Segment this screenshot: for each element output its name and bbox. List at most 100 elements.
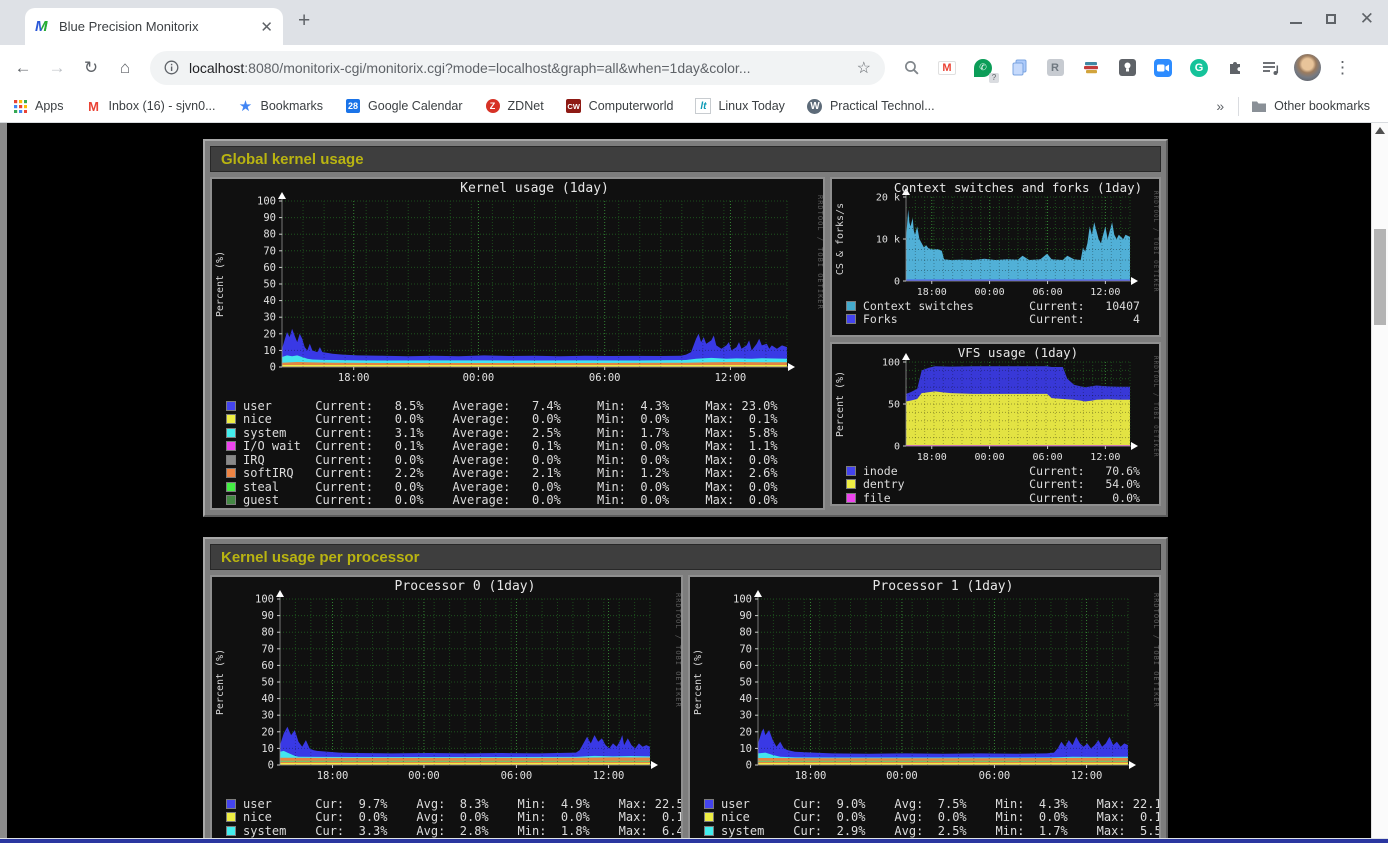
tab-title: Blue Precision Monitorix xyxy=(59,19,254,34)
reload-icon[interactable]: ↻ xyxy=(76,58,106,78)
copy-pages-extension-icon[interactable] xyxy=(1006,55,1032,81)
legend-text: softIRQ Current: 2.2% Average: 2.1% Min:… xyxy=(243,466,778,480)
legend-text: inode Current: 70.6% xyxy=(863,464,1140,478)
url-path: :8080/monitorix-cgi/monitorix.cgi?mode=l… xyxy=(244,60,750,76)
svg-text:10: 10 xyxy=(263,345,276,357)
tab-strip: MM Blue Precision Monitorix ✕ + ✕ xyxy=(0,0,1388,45)
kernel-usage-per-processor-section: Kernel usage per processor 1009080706050… xyxy=(203,537,1168,843)
legend-row-forks: Forks Current: 4 xyxy=(846,313,1159,327)
legend-row-nice: nice Cur: 0.0% Avg: 0.0% Min: 0.0% Max: … xyxy=(226,811,681,825)
svg-text:40: 40 xyxy=(261,693,274,705)
svg-text:18:00: 18:00 xyxy=(317,770,349,782)
back-icon[interactable]: ← xyxy=(8,58,38,78)
url-text[interactable]: localhost:8080/monitorix-cgi/monitorix.c… xyxy=(189,60,847,76)
scrollbar-up-icon[interactable] xyxy=(1375,127,1385,134)
linux-today-icon: lt xyxy=(695,98,711,114)
browser-tab[interactable]: MM Blue Precision Monitorix ✕ xyxy=(25,8,283,45)
browser-menu-icon[interactable]: ⋮ xyxy=(1334,58,1351,78)
svg-text:50: 50 xyxy=(263,279,276,291)
home-icon[interactable]: ⌂ xyxy=(110,58,140,78)
legend-row-user: user Cur: 9.7% Avg: 8.3% Min: 4.9% Max: … xyxy=(226,797,681,811)
scrollbar-thumb[interactable] xyxy=(1374,229,1386,325)
legend-swatch xyxy=(226,414,236,424)
bookmark-zdnet[interactable]: ZZDNet xyxy=(485,98,544,114)
legend-row-softirq: softIRQ Current: 2.2% Average: 2.1% Min:… xyxy=(226,467,823,481)
svg-text:90: 90 xyxy=(739,610,752,622)
legend-swatch xyxy=(704,799,714,809)
svg-text:70: 70 xyxy=(739,643,752,655)
lamp-extension-icon[interactable] xyxy=(1114,55,1140,81)
page-info-icon[interactable] xyxy=(164,60,179,75)
forward-icon[interactable]: → xyxy=(42,58,72,78)
svg-text:06:00: 06:00 xyxy=(501,770,533,782)
profile-avatar[interactable] xyxy=(1294,54,1321,81)
processor-1-graph-panel[interactable]: 100908070605040302010018:0000:0006:0012:… xyxy=(688,575,1161,843)
page-scrollbar[interactable] xyxy=(1371,123,1388,843)
browser-window: MM Blue Precision Monitorix ✕ + ✕ ← → ↻ … xyxy=(0,0,1388,843)
other-bookmarks-button[interactable]: Other bookmarks xyxy=(1251,98,1370,114)
tab-close-icon[interactable]: ✕ xyxy=(260,18,273,36)
legend-swatch xyxy=(226,482,236,492)
grammarly-extension-icon[interactable]: G xyxy=(1186,55,1212,81)
legend-swatch xyxy=(846,301,856,311)
processor-1-legend: user Cur: 9.0% Avg: 7.5% Min: 4.3% Max: … xyxy=(690,795,1159,843)
kernel-usage-legend: user Current: 8.5% Average: 7.4% Min: 4.… xyxy=(212,397,823,507)
legend-text: file Current: 0.0% xyxy=(863,491,1140,505)
svg-text:RRDTOOL / TOBI OETIKER: RRDTOOL / TOBI OETIKER xyxy=(1152,593,1159,708)
bookmark-label: Google Calendar xyxy=(368,99,463,113)
other-bookmarks-label: Other bookmarks xyxy=(1274,99,1370,113)
legend-swatch xyxy=(226,401,236,411)
extensions-puzzle-icon[interactable] xyxy=(1222,55,1248,81)
new-tab-button[interactable]: + xyxy=(298,9,310,33)
zoom-extension-icon[interactable] xyxy=(1150,55,1176,81)
svg-text:100: 100 xyxy=(257,196,276,208)
svg-text:100: 100 xyxy=(733,594,752,606)
bookmark-apps[interactable]: Apps xyxy=(12,98,64,114)
legend-text: guest Current: 0.0% Average: 0.0% Min: 0… xyxy=(243,493,778,507)
svg-text:60: 60 xyxy=(739,660,752,672)
bookmark-bookmarks[interactable]: ★Bookmarks xyxy=(238,98,324,114)
processor-0-graph-panel[interactable]: 100908070605040302010018:0000:0006:0012:… xyxy=(210,575,683,843)
svg-text:00:00: 00:00 xyxy=(974,287,1004,297)
window-maximize-icon[interactable] xyxy=(1326,14,1336,24)
bookmark-star-icon[interactable]: ☆ xyxy=(857,58,871,78)
svg-text:12:00: 12:00 xyxy=(1090,287,1120,297)
svg-text:12:00: 12:00 xyxy=(593,770,625,782)
kernel-usage-graph-panel[interactable]: 100908070605040302010018:0000:0006:0012:… xyxy=(210,177,825,510)
bookmark-inbox-16-sjvn0[interactable]: MInbox (16) - sjvn0... xyxy=(86,98,216,114)
playlist-extension-icon[interactable] xyxy=(1258,55,1284,81)
svg-text:RRDTOOL / TOBI OETIKER: RRDTOOL / TOBI OETIKER xyxy=(816,195,823,310)
bookmarks-overflow-icon[interactable]: » xyxy=(1216,98,1224,114)
books-extension-icon[interactable] xyxy=(1078,55,1104,81)
bookmark-linux-today[interactable]: lt Linux Today xyxy=(695,98,785,114)
legend-swatch xyxy=(226,428,236,438)
hangouts-extension-icon[interactable]: ✆? xyxy=(970,55,996,81)
window-close-icon[interactable]: ✕ xyxy=(1360,13,1374,25)
svg-text:30: 30 xyxy=(261,710,274,722)
bookmark-computerworld[interactable]: CWComputerworld xyxy=(566,98,674,114)
bookmark-label: Linux Today xyxy=(718,99,785,113)
window-bottom-border xyxy=(0,839,1388,843)
legend-text: system Cur: 2.9% Avg: 2.5% Min: 1.7% Max… xyxy=(721,824,1161,838)
r-extension-icon[interactable]: R xyxy=(1042,55,1068,81)
svg-text:70: 70 xyxy=(263,245,276,257)
bookmark-label: Computerworld xyxy=(589,99,674,113)
legend-text: user Cur: 9.0% Avg: 7.5% Min: 4.3% Max: … xyxy=(721,797,1161,811)
legend-swatch xyxy=(226,799,236,809)
search-extension-icon[interactable] xyxy=(898,55,924,81)
legend-row-nice: nice Current: 0.0% Average: 0.0% Min: 0.… xyxy=(226,413,823,427)
bookmark-google-calendar[interactable]: 28Google Calendar xyxy=(345,98,463,114)
vfs-usage-graph-panel[interactable]: 10050018:0000:0006:0012:00VFS usage (1da… xyxy=(830,342,1161,506)
url-bar[interactable]: localhost:8080/monitorix-cgi/monitorix.c… xyxy=(150,51,885,85)
gmail-extension-icon[interactable]: M xyxy=(934,55,960,81)
processor-0-legend: user Cur: 9.7% Avg: 8.3% Min: 4.9% Max: … xyxy=(212,795,681,843)
context-switches-graph-panel[interactable]: 20 k10 k018:0000:0006:0012:00Context swi… xyxy=(830,177,1161,337)
svg-text:06:00: 06:00 xyxy=(589,372,621,384)
svg-text:80: 80 xyxy=(261,627,274,639)
bookmark-practical-technol[interactable]: WPractical Technol... xyxy=(807,98,935,114)
legend-swatch xyxy=(226,812,236,822)
legend-row-steal: steal Current: 0.0% Average: 0.0% Min: 0… xyxy=(226,480,823,494)
legend-text: user Cur: 9.7% Avg: 8.3% Min: 4.9% Max: … xyxy=(243,797,683,811)
svg-text:18:00: 18:00 xyxy=(917,452,947,462)
window-minimize-icon[interactable] xyxy=(1290,14,1302,24)
